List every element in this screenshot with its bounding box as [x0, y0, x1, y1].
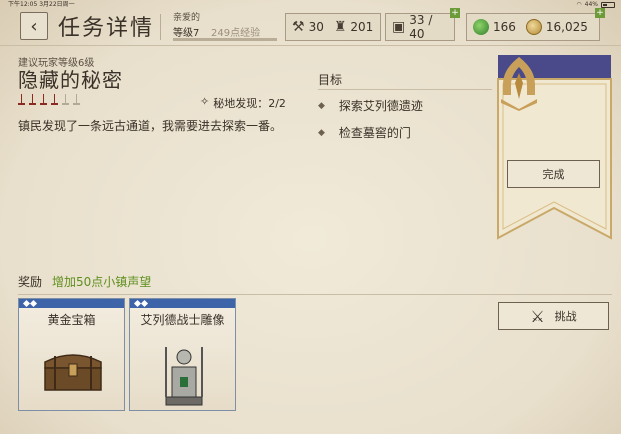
- gold-count: 16,025: [545, 20, 588, 34]
- currency-plus-icon[interactable]: +: [595, 8, 605, 18]
- objective-text: 探索艾列德遗迹: [338, 99, 423, 113]
- axe-icon: ⚒: [292, 19, 305, 35]
- reward-name: 黄金宝箱: [47, 313, 96, 327]
- back-arrow-icon: ‹: [30, 15, 38, 37]
- gem-count: 166: [493, 20, 516, 34]
- resource-currency[interactable]: 166 16,025 +: [466, 8, 605, 41]
- challenge-button[interactable]: ⚔ 挑战: [498, 302, 609, 330]
- quest-banner: 完成: [497, 55, 612, 240]
- sword-icon: [18, 94, 25, 108]
- diamond-bullet-icon: ◆: [318, 127, 325, 138]
- page-title: 任务详情: [58, 16, 155, 41]
- npc-exp: 249点经验: [211, 28, 261, 39]
- reward-card-chest[interactable]: 黄金宝箱: [18, 298, 125, 411]
- sword-icon: [73, 94, 80, 108]
- gem-icon: [473, 19, 489, 35]
- quest-detail-screen: 下午12:05 3月22日周一 ◠ 44% ‹ 任务详情 亲爱的 等级7 249…: [0, 0, 621, 434]
- rewards-bonus: 增加50点小镇声望: [52, 275, 152, 289]
- npc-name: 亲爱的: [173, 13, 201, 23]
- compass-icon: ✧: [200, 95, 210, 108]
- rewards-label: 奖励: [18, 275, 43, 289]
- sword-icon: [40, 94, 47, 108]
- quest-description: 镇民发现了一条远古通道，我需要进去探索一番。: [18, 119, 283, 133]
- secret-discovery: ✧ 秘地发现：2/2: [200, 95, 286, 111]
- objective-item: ◆ 探索艾列德遗迹: [318, 97, 423, 114]
- tools-count: 30: [308, 20, 324, 34]
- capacity-count: 33 / 40: [409, 13, 433, 41]
- statue-icon: [165, 347, 203, 406]
- resource-tools-armor[interactable]: ⚒ 30 ♜ 201: [285, 13, 381, 41]
- boot-icon: ▣: [392, 19, 406, 35]
- sword-icon: [29, 94, 36, 108]
- secret-discovery-label: 秘地发现：2/2: [213, 97, 286, 110]
- rewards-separator: [18, 294, 612, 295]
- card-rarity-bar: [130, 299, 235, 308]
- reward-card-statue[interactable]: 艾列德战士雕像: [129, 298, 236, 411]
- npc-level: 等级7: [173, 28, 200, 39]
- crossed-axes-icon: ⚔: [530, 306, 545, 326]
- chest-icon: [44, 354, 102, 391]
- header-separator: [0, 45, 621, 46]
- objectives-separator: [318, 89, 492, 90]
- card-rarity-bar: [19, 299, 124, 308]
- armor-icon: ♜: [333, 19, 347, 35]
- quest-title: 隐藏的秘密: [18, 68, 123, 92]
- objectives-title: 目标: [318, 73, 343, 87]
- complete-button[interactable]: 完成: [507, 160, 600, 188]
- back-button[interactable]: ‹: [20, 12, 48, 40]
- resource-capacity[interactable]: ▣ 33 / 40 +: [385, 8, 460, 41]
- capacity-plus-icon[interactable]: +: [450, 8, 460, 18]
- header-divider: [160, 14, 161, 40]
- diamond-bullet-icon: ◆: [318, 100, 325, 111]
- reward-name: 艾列德战士雕像: [140, 313, 225, 327]
- guild-emblem-icon: [501, 57, 537, 111]
- objective-item: ◆ 检查墓窖的门: [318, 124, 411, 141]
- sword-icon: [51, 94, 58, 108]
- challenge-label: 挑战: [554, 310, 577, 323]
- armor-count: 201: [350, 20, 374, 34]
- sword-icon: [62, 94, 69, 108]
- top-bar: ‹ 任务详情 亲爱的 等级7 249点经验 ⚒ 30 ♜ 201 ▣ 33 / …: [0, 8, 621, 44]
- objective-text: 检查墓窖的门: [338, 126, 411, 140]
- difficulty-rating: [18, 94, 80, 108]
- coin-icon: [525, 19, 542, 35]
- exp-progress-bar: [173, 38, 277, 41]
